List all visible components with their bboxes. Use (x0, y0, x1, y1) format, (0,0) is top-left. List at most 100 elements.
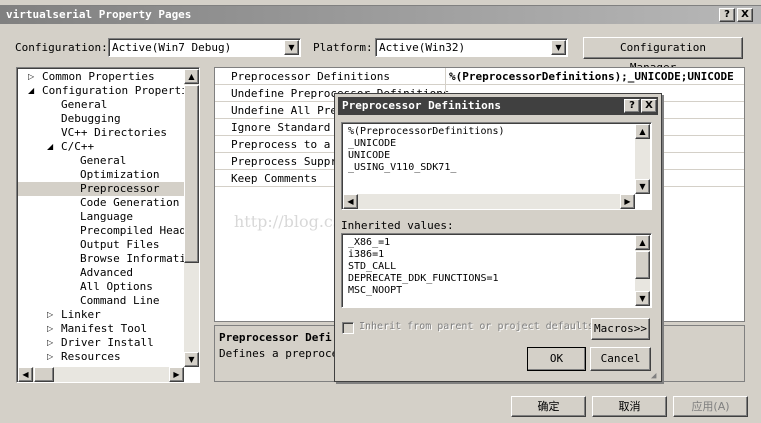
tree-item[interactable]: ▷ Linker (18, 308, 184, 322)
tree-item-label: All Options (80, 280, 153, 293)
tree-vscroll[interactable]: ▲ ▼ (184, 69, 199, 367)
inherited-line: _X86_=1 (348, 237, 391, 248)
tree-expanded-icon[interactable]: ◢ (28, 84, 34, 98)
help-icon[interactable]: ? (624, 99, 640, 113)
tree-item[interactable]: Language (18, 210, 184, 224)
tree-item-label: General (61, 98, 108, 111)
scroll-left-icon[interactable]: ◀ (343, 194, 358, 209)
tree-item-label: Precompiled Header (80, 224, 200, 237)
tree-item[interactable]: ◢ Configuration Properties (18, 84, 199, 98)
tree-item-label: Resources (61, 350, 121, 363)
tree-item[interactable]: ▷ Resources (18, 350, 184, 364)
tree-item-label: Common Properties (42, 70, 155, 83)
ok-button[interactable]: 确定 (511, 396, 586, 417)
scroll-up-icon[interactable]: ▲ (635, 235, 650, 250)
resize-grip-icon[interactable]: ◢ (651, 371, 656, 381)
tree-item[interactable]: Optimization (18, 168, 184, 182)
tree-item[interactable]: VC++ Directories (18, 126, 184, 140)
tree-item[interactable]: ▷ Common Properties (18, 70, 184, 84)
scroll-right-icon[interactable]: ▶ (620, 194, 635, 209)
tree-item-label: Driver Install (61, 336, 154, 349)
tree-item[interactable]: Preprocessor (18, 182, 184, 196)
dialog-titlebar: Preprocessor Definitions ? X (338, 97, 658, 115)
tree-hscroll[interactable]: ◀ ▶ (18, 367, 184, 382)
tree-item-label: Optimization (80, 168, 160, 181)
platform-select[interactable]: Active(Win32) ▼ (375, 38, 568, 57)
tree-item-label: Command Line (80, 294, 160, 307)
tree-item-label: Manifest Tool (61, 322, 148, 335)
inherited-values-list[interactable]: _X86_=1 i386=1 STD_CALL DEPRECATE_DDK_FUNCT… (341, 233, 652, 308)
tree-item[interactable]: Precompiled Header (18, 224, 199, 238)
scroll-up-icon[interactable]: ▲ (635, 124, 650, 139)
tree-item[interactable]: Debugging (18, 112, 184, 126)
tree-collapsed-icon[interactable]: ▷ (47, 308, 53, 322)
grid-row-name: Preprocess to a F (231, 138, 344, 151)
inherited-line: DEPRECATE_DDK_FUNCTIONS=1 (348, 273, 499, 284)
inherit-checkbox[interactable] (342, 322, 354, 334)
tree-item[interactable]: Code Generation (18, 196, 184, 210)
tree-item[interactable]: Advanced (18, 266, 184, 280)
platform-label: Platform: (313, 41, 373, 54)
definition-line: UNICODE (348, 150, 391, 161)
inherited-vscroll[interactable]: ▲ ▼ (635, 235, 650, 306)
grid-row-value[interactable]: %(PreprocessorDefinitions);_UNICODE;UNIC… (449, 70, 743, 83)
scroll-down-icon[interactable]: ▼ (635, 291, 650, 306)
hscroll-thumb[interactable] (34, 367, 54, 382)
tree-item[interactable]: General (18, 154, 184, 168)
scroll-thumb[interactable] (184, 85, 199, 263)
tree-collapsed-icon[interactable]: ▷ (47, 322, 53, 336)
dialog-title: Preprocessor Definitions (342, 99, 501, 112)
grid-row-name: Ignore Standard I (231, 121, 344, 134)
tree-item[interactable]: ◢ C/C++ (18, 140, 184, 154)
definitions-hscroll[interactable]: ◀ ▶ (343, 194, 635, 209)
tree-item-label: Code Generation (80, 196, 180, 209)
tree-item-label: General (80, 154, 127, 167)
scroll-up-icon[interactable]: ▲ (184, 69, 199, 84)
property-tree: ▷ Common Properties ◢ Configuration Propert… (16, 67, 200, 383)
scroll-right-icon[interactable]: ▶ (169, 367, 184, 382)
configuration-select[interactable]: Active(Win7 Debug) ▼ (108, 38, 301, 57)
definitions-editor[interactable]: %(PreprocessorDefinitions) _UNICODE UNICOD… (341, 122, 652, 210)
macros-button[interactable]: Macros>> (591, 318, 650, 340)
close-icon[interactable]: X (737, 8, 753, 22)
definition-line: _UNICODE (348, 138, 397, 149)
tree-item[interactable]: ▷ Driver Install (18, 336, 184, 350)
help-icon[interactable]: ? (719, 8, 735, 22)
tree-item[interactable]: Browse Information (18, 252, 199, 266)
inherited-line: MSC_NOOPT (348, 285, 403, 296)
grid-row[interactable]: Preprocessor Definitions %(PreprocessorDe… (215, 68, 744, 85)
definition-line: _USING_V110_SDK71_ (348, 162, 457, 173)
dialog-cancel-button[interactable]: Cancel (590, 347, 651, 371)
tree-collapsed-icon[interactable]: ▷ (47, 336, 53, 350)
tree-item[interactable]: All Options (18, 280, 184, 294)
scroll-thumb[interactable] (635, 251, 650, 279)
cancel-button[interactable]: 取消 (592, 396, 667, 417)
scroll-left-icon[interactable]: ◀ (18, 367, 33, 382)
scroll-down-icon[interactable]: ▼ (635, 179, 650, 194)
scroll-down-icon[interactable]: ▼ (184, 352, 199, 367)
chevron-down-icon[interactable]: ▼ (284, 40, 299, 55)
inherited-line: STD_CALL (348, 261, 397, 272)
definitions-vscroll[interactable]: ▲ ▼ (635, 124, 650, 194)
close-icon[interactable]: X (641, 99, 657, 113)
dialog-ok-button[interactable]: OK (527, 347, 586, 371)
tree-item[interactable]: Output Files (18, 238, 184, 252)
tree-item-label: Browse Information (80, 252, 200, 265)
tree-item-label: Advanced (80, 266, 133, 279)
configuration-label: Configuration: (15, 41, 108, 54)
tree-item[interactable]: Command Line (18, 294, 184, 308)
tree-item-label: Configuration Properties (42, 84, 200, 97)
grid-row-name: Keep Comments (231, 172, 318, 185)
tree-item-label: Preprocessor (80, 182, 160, 195)
window-title: virtualserial Property Pages (6, 8, 192, 21)
tree-item[interactable]: General (18, 98, 184, 112)
tree-expanded-icon[interactable]: ◢ (47, 140, 53, 154)
grid-column-divider[interactable] (445, 68, 446, 85)
tree-collapsed-icon[interactable]: ▷ (28, 70, 34, 84)
tree-item-label: Debugging (61, 112, 121, 125)
tree-item[interactable]: ▷ Manifest Tool (18, 322, 184, 336)
apply-button[interactable]: 应用(A) (673, 396, 748, 417)
configuration-manager-button[interactable]: Configuration Manager... (583, 37, 743, 74)
chevron-down-icon[interactable]: ▼ (551, 40, 566, 55)
tree-collapsed-icon[interactable]: ▷ (47, 350, 53, 364)
